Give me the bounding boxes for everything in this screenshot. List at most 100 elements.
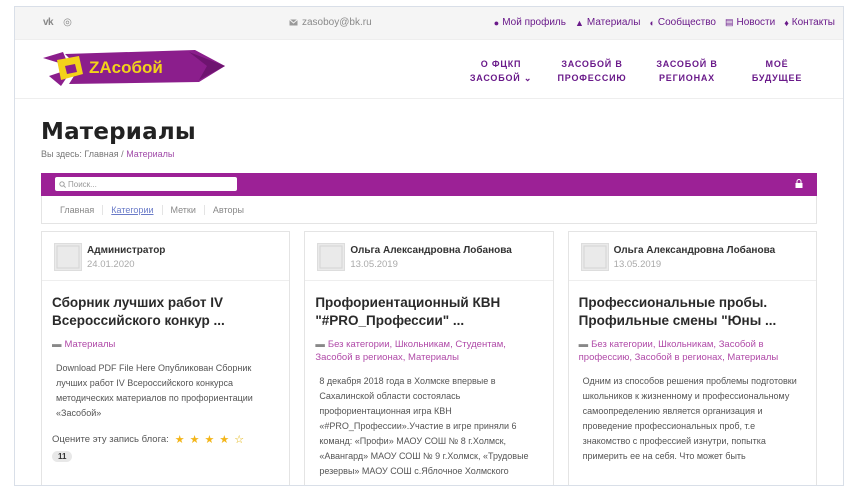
rating-label: Оцените эту запись блога: xyxy=(52,434,169,445)
post-category-links[interactable]: Без категории, Школьникам, Студентам, За… xyxy=(315,339,506,363)
top-nav-label: Материалы xyxy=(586,17,641,28)
post-card: Администратор 24.01.2020 Сборник лучших … xyxy=(41,231,291,485)
main-nav-future[interactable]: МОЁ БУДУЩЕЕ xyxy=(729,57,825,85)
main-nav-line: ПРОФЕССИЮ xyxy=(557,73,627,83)
top-nav-label: Контакты xyxy=(791,17,835,28)
tab-authors[interactable]: Авторы xyxy=(205,205,252,215)
social-links: vk ◎ xyxy=(43,17,72,28)
search-input[interactable]: Поиск... xyxy=(55,177,237,191)
map-marker-icon: ♦ xyxy=(784,17,789,28)
post-excerpt: Одним из способов решения проблемы подго… xyxy=(582,376,797,461)
email-text: zasoboy@bk.ru xyxy=(302,17,372,28)
post-date: 24.01.2020 xyxy=(87,259,135,270)
top-nav-news[interactable]: ▤ Новости xyxy=(725,17,775,28)
logo-text: ZAсобой xyxy=(89,58,163,77)
star-icon[interactable]: ★ xyxy=(190,433,200,446)
vk-icon[interactable]: vk xyxy=(43,17,54,28)
tab-tags[interactable]: Метки xyxy=(163,204,205,215)
post-card: Ольга Александровна Лобанова 13.05.2019 … xyxy=(567,231,817,485)
post-date: 13.05.2019 xyxy=(350,259,398,270)
post-author[interactable]: Ольга Александровна Лобанова xyxy=(614,245,776,256)
post-title[interactable]: Сборник лучших работ IV Всероссийского к… xyxy=(52,294,277,330)
post-rating: Оцените эту запись блога: ★ ★ ★ ★ ☆ xyxy=(52,433,279,446)
rating-stars[interactable]: ★ ★ ★ ★ ☆ xyxy=(175,433,244,446)
avatar[interactable] xyxy=(54,243,82,271)
avatar-placeholder-icon xyxy=(55,244,81,270)
star-icon[interactable]: ★ xyxy=(219,433,229,446)
post-categories: ▬ Материалы xyxy=(52,338,277,351)
top-bar: vk ◎ zasoboy@bk.ru ● Мой профиль ▲ Материа… xyxy=(15,7,843,40)
email-link[interactable]: zasoboy@bk.ru xyxy=(289,17,372,28)
search-placeholder: Поиск... xyxy=(68,179,97,189)
post-header: Ольга Александровна Лобанова 13.05.2019 xyxy=(568,232,816,281)
breadcrumb-separator: / xyxy=(121,149,124,159)
graduation-cap-icon: ▲ xyxy=(574,17,584,28)
envelope-icon xyxy=(289,19,298,26)
top-nav-profile[interactable]: ● Мой профиль xyxy=(494,17,566,28)
post-category-links[interactable]: Материалы xyxy=(65,339,116,350)
avatar-placeholder-icon xyxy=(318,244,345,270)
page-title: Материалы xyxy=(41,119,196,145)
breadcrumb-home[interactable]: Главная xyxy=(84,149,118,159)
post-categories: ▬ Без категории, Школьникам, Засобой в пр… xyxy=(579,338,804,364)
main-content: Материалы Вы здесь: Главная / Материалы … xyxy=(15,119,843,485)
search-icon xyxy=(59,180,66,188)
main-nav-line: МОЁ xyxy=(765,59,789,69)
tab-categories[interactable]: Категории xyxy=(103,204,163,215)
star-outline-icon[interactable]: ☆ xyxy=(234,433,244,446)
post-header: Администратор 24.01.2020 xyxy=(42,232,290,281)
top-nav-contacts[interactable]: ♦ Контакты xyxy=(784,17,835,28)
main-nav-line: РЕГИОНАХ xyxy=(659,73,715,83)
instagram-icon[interactable]: ◎ xyxy=(63,17,72,28)
comments-icon: ◐ xyxy=(649,17,655,28)
blog-tabs: Главная Категории Метки Авторы xyxy=(41,196,817,224)
main-nav-line: ЗАСОБОЙ В xyxy=(561,59,623,69)
user-icon: ● xyxy=(493,17,500,28)
top-nav-label: Мой профиль xyxy=(502,17,566,28)
post-author[interactable]: Администратор xyxy=(87,245,165,256)
post-title[interactable]: Профессиональные пробы. Профильные смены… xyxy=(579,294,804,330)
star-icon[interactable]: ★ xyxy=(205,433,215,446)
main-nav-regions[interactable]: ЗАСОБОЙ В РЕГИОНАХ xyxy=(645,57,729,85)
avatar[interactable] xyxy=(317,243,346,271)
blog-toolbar: Поиск... xyxy=(41,173,817,196)
post-title[interactable]: Профориентационный КВН "#PRO_Профессии" … xyxy=(315,294,540,330)
post-date: 13.05.2019 xyxy=(613,259,662,270)
avatar[interactable] xyxy=(580,243,609,271)
breadcrumb: Вы здесь: Главная / Материалы xyxy=(41,149,817,159)
site-logo[interactable]: ZAсобой xyxy=(39,46,229,92)
folder-icon: ▬ xyxy=(578,339,589,350)
avatar-placeholder-icon xyxy=(581,244,608,270)
breadcrumb-current: Материалы xyxy=(126,149,175,159)
post-list: Администратор 24.01.2020 Сборник лучших … xyxy=(41,231,817,485)
top-nav-materials[interactable]: ▲ Материалы xyxy=(575,17,640,28)
post-category-links[interactable]: Без категории, Школьникам, Засобой в про… xyxy=(579,339,779,363)
post-header: Ольга Александровна Лобанова 13.05.2019 xyxy=(305,232,553,281)
top-nav-label: Новости xyxy=(736,17,776,28)
newspaper-icon: ▤ xyxy=(724,17,734,27)
main-nav-line: О ФЦКП xyxy=(480,59,522,69)
hits-count-badge: 11 xyxy=(52,451,73,462)
breadcrumb-prefix: Вы здесь: xyxy=(41,149,82,159)
main-nav: О ФЦКП ЗАСОБОЙ ⌄ ЗАСОБОЙ В ПРОФЕССИЮ ЗАС… xyxy=(463,57,825,85)
post-card: Ольга Александровна Лобанова 13.05.2019 … xyxy=(304,231,554,485)
folder-icon: ▬ xyxy=(52,339,62,350)
main-nav-line: БУДУЩЕЕ xyxy=(751,73,803,83)
lock-icon[interactable] xyxy=(795,179,803,188)
browser-page: vk ◎ zasoboy@bk.ru ● Мой профиль ▲ Материа… xyxy=(14,6,844,486)
main-nav-line: ЗАСОБОЙ ⌄ xyxy=(469,73,533,83)
post-excerpt: 8 декабря 2018 года в Холмске впервые в … xyxy=(319,376,529,476)
top-nav-label: Сообщество xyxy=(657,17,716,28)
post-excerpt: Download PDF File Here Опубликован Сборн… xyxy=(56,363,253,418)
top-nav: ● Мой профиль ▲ Материалы ◐ Сообщество ▤ Нов… xyxy=(494,17,835,28)
post-author[interactable]: Ольга Александровна Лобанова xyxy=(350,245,512,256)
main-nav-line: ЗАСОБОЙ В xyxy=(656,59,718,69)
main-nav-profession[interactable]: ЗАСОБОЙ В ПРОФЕССИЮ xyxy=(539,57,645,85)
star-icon[interactable]: ★ xyxy=(175,433,185,446)
post-categories: ▬ Без категории, Школьникам, Студентам, З… xyxy=(315,338,540,364)
top-nav-community[interactable]: ◐ Сообщество xyxy=(649,17,716,28)
main-nav-about[interactable]: О ФЦКП ЗАСОБОЙ ⌄ xyxy=(463,57,539,85)
folder-icon: ▬ xyxy=(315,339,325,350)
tab-home[interactable]: Главная xyxy=(52,204,104,215)
site-header: ZAсобой О ФЦКП ЗАСОБОЙ ⌄ ЗАСОБОЙ В ПРОФЕ… xyxy=(15,40,843,99)
